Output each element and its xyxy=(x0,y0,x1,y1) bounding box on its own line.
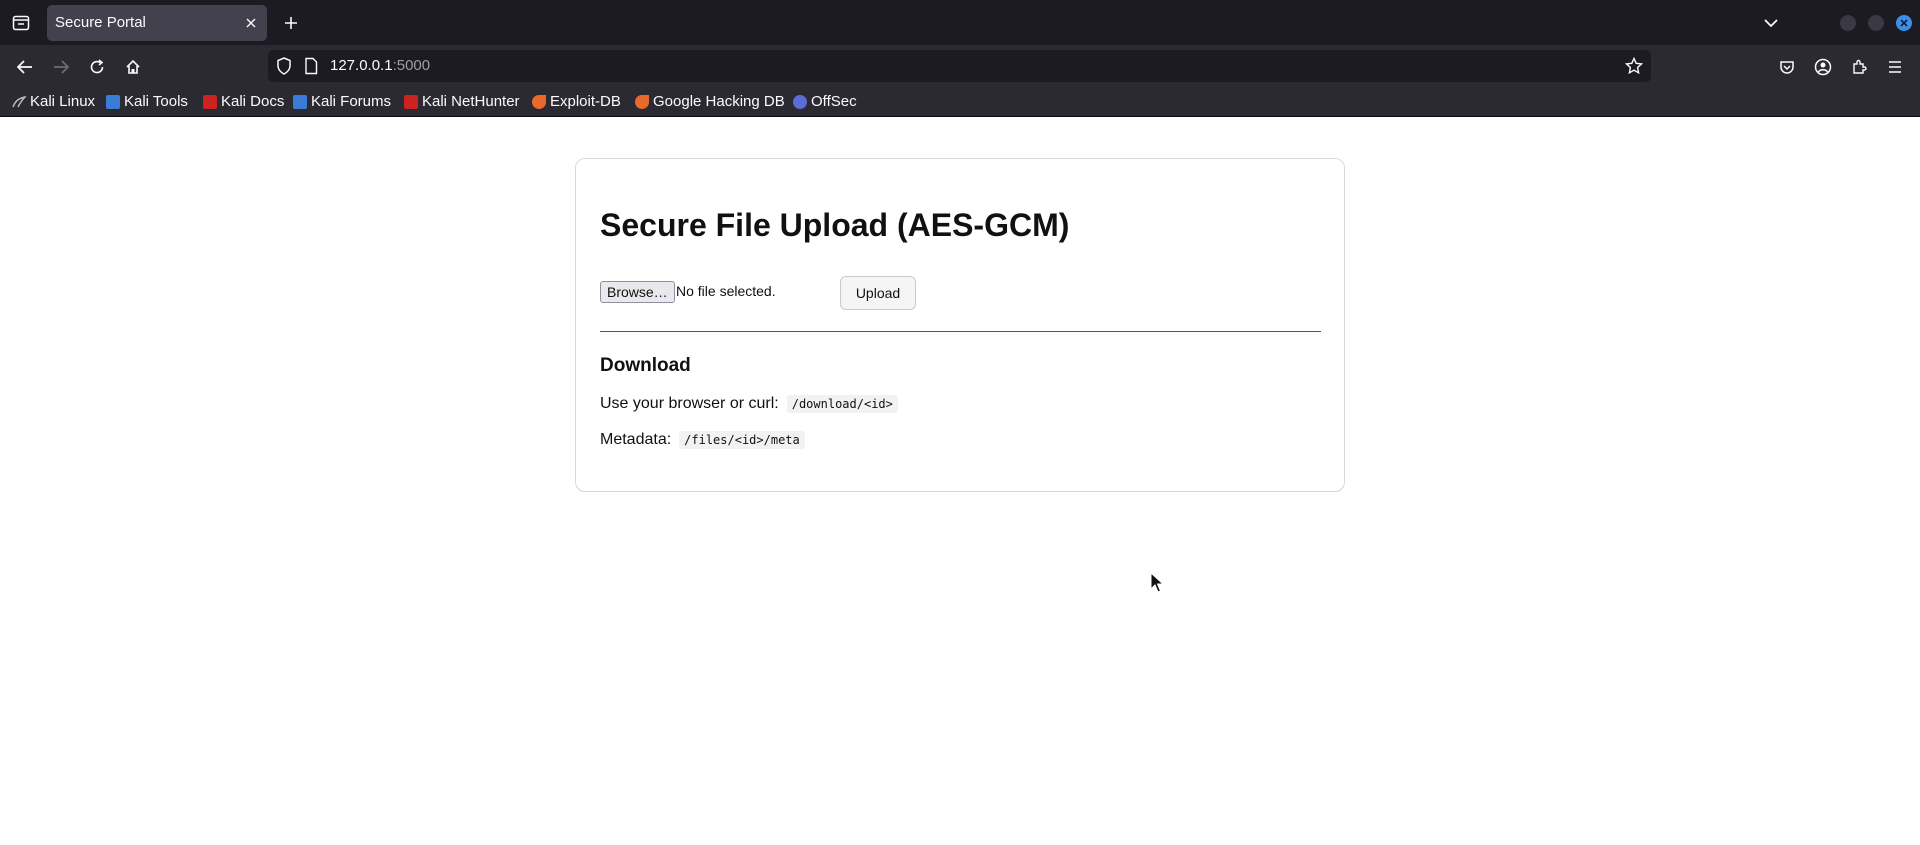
url-text[interactable]: 127.0.0.1:5000 xyxy=(330,57,430,74)
kali-linux-icon xyxy=(12,95,28,109)
close-icon[interactable] xyxy=(241,13,261,33)
browse-button[interactable]: Browse… xyxy=(600,281,675,303)
bookmark-offsec[interactable]: OffSec xyxy=(793,93,857,110)
maximize-window-button[interactable] xyxy=(1868,15,1884,31)
bookmark-label: Kali NetHunter xyxy=(422,93,520,110)
page-content: Secure File Upload (AES-GCM) Browse… No … xyxy=(0,117,1920,845)
bookmark-kali-tools[interactable]: Kali Tools xyxy=(106,93,188,110)
tab-bar: Secure Portal xyxy=(0,0,1920,45)
shield-icon[interactable] xyxy=(276,57,292,79)
tab-secure-portal[interactable]: Secure Portal xyxy=(47,5,267,41)
google-hacking-db-icon xyxy=(635,94,649,109)
bookmarks-toolbar: Kali Linux Kali Tools Kali Docs Kali For… xyxy=(0,87,1920,117)
bookmark-label: Kali Linux xyxy=(30,93,96,110)
kali-tools-icon xyxy=(106,94,120,109)
url-host: 127.0.0.1 xyxy=(330,57,393,74)
upload-button[interactable]: Upload xyxy=(840,276,916,310)
offsec-icon xyxy=(793,94,807,109)
download-instructions: Use your browser or curl: /download/<id> xyxy=(600,395,898,413)
kali-nethunter-icon xyxy=(404,94,418,109)
extensions-icon[interactable] xyxy=(1846,54,1872,80)
close-window-button[interactable] xyxy=(1896,15,1912,31)
bookmark-label: Kali Tools xyxy=(124,93,188,110)
plus-icon[interactable] xyxy=(280,12,302,34)
hamburger-menu-icon[interactable] xyxy=(1882,54,1908,80)
url-bar[interactable]: 127.0.0.1:5000 xyxy=(268,50,1651,82)
metadata-path: /files/<id>/meta xyxy=(679,431,805,449)
file-status: No file selected. xyxy=(676,283,776,299)
upload-card: Secure File Upload (AES-GCM) Browse… No … xyxy=(575,158,1345,492)
reload-icon[interactable] xyxy=(84,54,110,80)
bookmark-kali-docs[interactable]: Kali Docs xyxy=(203,93,284,110)
bookmark-star-icon[interactable] xyxy=(1624,56,1644,79)
bookmark-label: Google Hacking DB xyxy=(653,93,785,110)
bookmark-label: Kali Docs xyxy=(221,93,285,110)
back-arrow-icon[interactable] xyxy=(12,54,38,80)
close-icon xyxy=(1900,19,1908,27)
download-heading: Download xyxy=(600,355,691,376)
mouse-cursor-icon xyxy=(1150,571,1165,598)
download-text: Use your browser or curl: xyxy=(600,395,779,412)
chevron-down-icon[interactable] xyxy=(1760,12,1782,34)
bookmark-label: Exploit-DB xyxy=(550,93,621,110)
bookmark-kali-forums[interactable]: Kali Forums xyxy=(293,93,391,110)
firefox-view-icon[interactable] xyxy=(8,11,34,35)
bookmark-label: OffSec xyxy=(811,93,857,110)
bookmark-kali-linux[interactable]: Kali Linux xyxy=(12,93,95,110)
kali-forums-icon xyxy=(293,94,307,109)
home-icon[interactable] xyxy=(120,54,146,80)
bookmark-label: Kali Forums xyxy=(311,93,392,110)
bookmark-google-hacking-db[interactable]: Google Hacking DB xyxy=(635,93,785,110)
url-port: :5000 xyxy=(392,57,431,74)
page-title: Secure File Upload (AES-GCM) xyxy=(600,207,1070,243)
tab-title: Secure Portal xyxy=(55,14,146,31)
account-icon[interactable] xyxy=(1810,54,1836,80)
navigation-toolbar: 127.0.0.1:5000 xyxy=(0,45,1920,87)
forward-arrow-icon[interactable] xyxy=(48,54,74,80)
metadata-instructions: Metadata: /files/<id>/meta xyxy=(600,431,805,449)
page-icon[interactable] xyxy=(304,57,318,79)
bookmark-exploit-db[interactable]: Exploit-DB xyxy=(532,93,621,110)
divider xyxy=(600,331,1321,332)
download-path: /download/<id> xyxy=(786,395,898,413)
exploit-db-icon xyxy=(532,94,546,109)
bookmark-kali-nethunter[interactable]: Kali NetHunter xyxy=(404,93,520,110)
pocket-icon[interactable] xyxy=(1774,54,1800,80)
metadata-text: Metadata: xyxy=(600,431,672,448)
kali-docs-icon xyxy=(203,94,217,109)
minimize-window-button[interactable] xyxy=(1840,15,1856,31)
